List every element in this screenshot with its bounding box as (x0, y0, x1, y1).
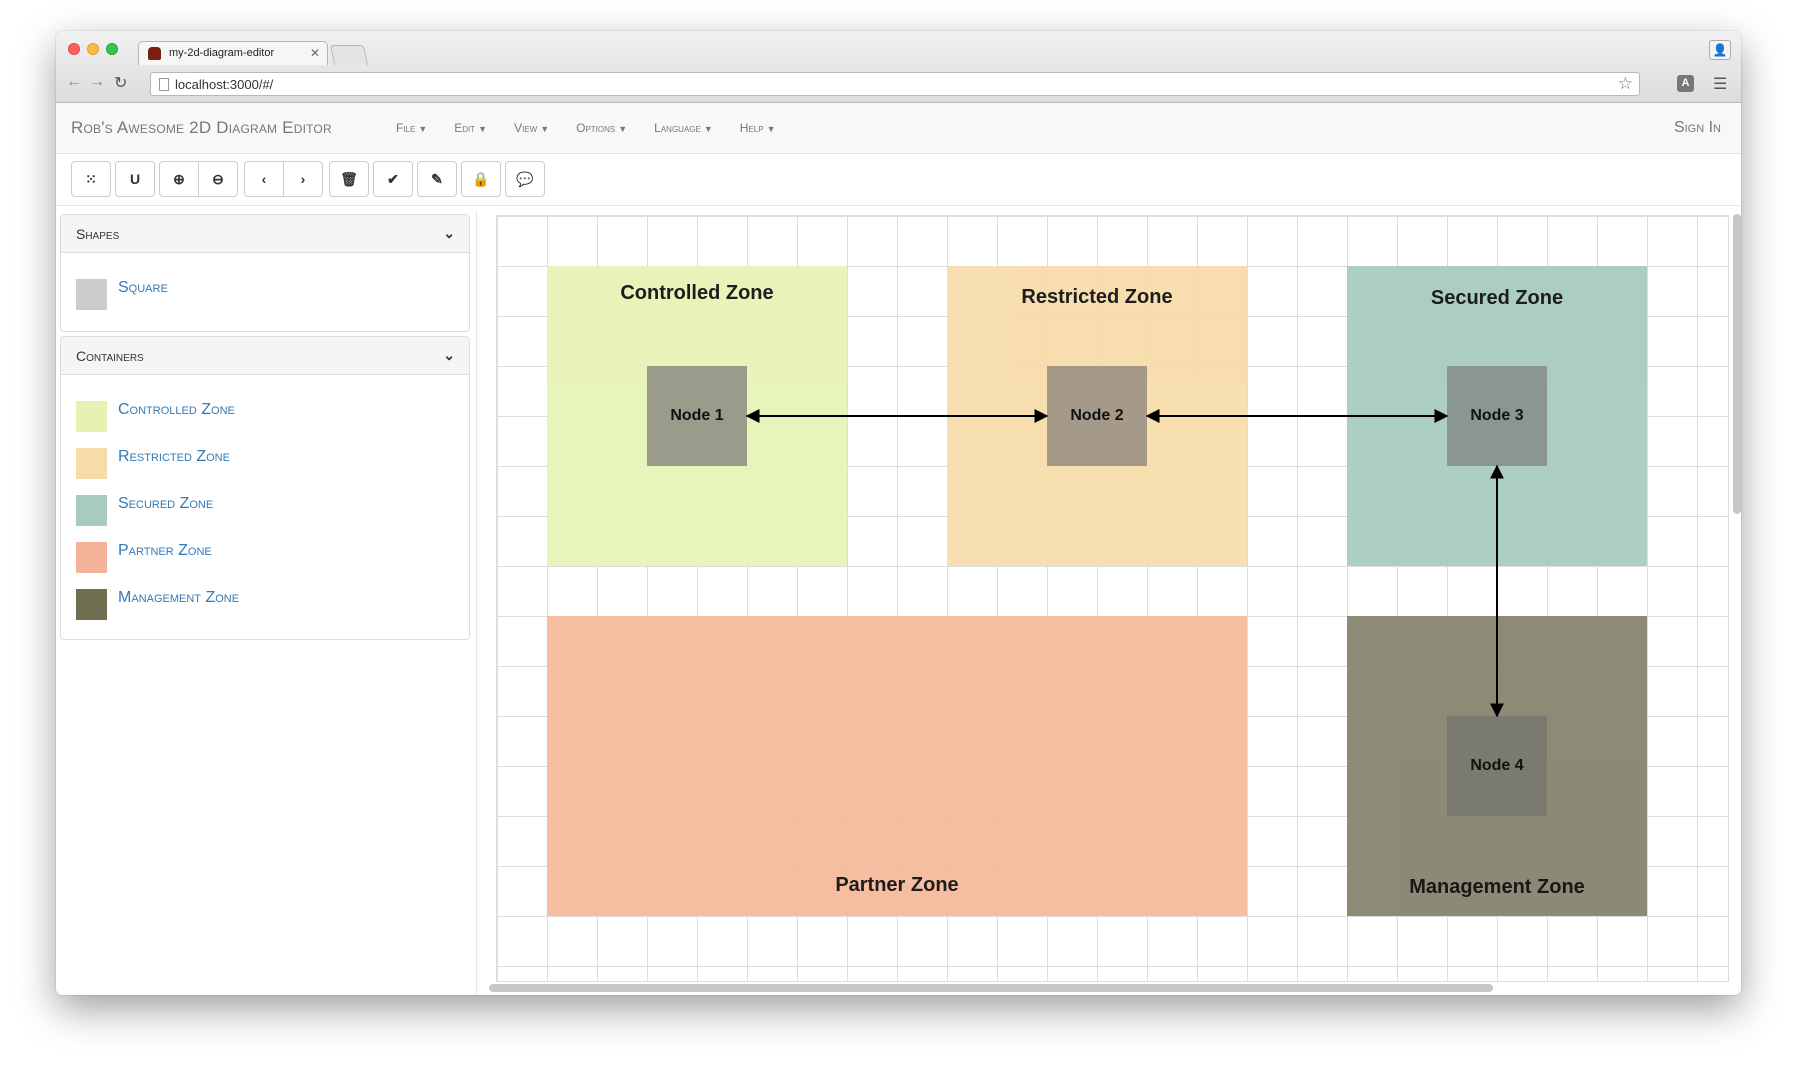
reload-icon[interactable]: ↻ (114, 73, 127, 93)
zoom-out-button[interactable]: ⊖ (198, 161, 238, 197)
palette-item-management-zone[interactable]: Management Zone (61, 577, 469, 624)
caret-down-icon: ▼ (766, 124, 776, 134)
app-brand[interactable]: Rob's Awesome 2D Diagram Editor (71, 118, 332, 138)
grid-toggle-button[interactable]: ⁙ (71, 161, 111, 197)
browser-window: my-2d-diagram-editor ✕ 👤 ← → ↻ localhost… (56, 31, 1741, 995)
trash-icon: 🗑 (340, 171, 358, 187)
delete-button[interactable]: 🗑 (329, 161, 369, 197)
palette-item-label: Partner Zone (118, 542, 212, 559)
caret-down-icon: ▼ (703, 124, 713, 134)
previous-button[interactable]: ‹ (244, 161, 284, 197)
url-text: localhost:3000/#/ (175, 77, 274, 92)
palette-item-label: Square (118, 279, 168, 296)
lock-button[interactable]: 🔒 (461, 161, 501, 197)
shapes-panel: Shapes ⌄ Square (60, 214, 470, 332)
shapes-panel-title: Shapes (76, 226, 120, 242)
palette-item-label: Restricted Zone (118, 448, 230, 465)
menu-options-label: Options (576, 121, 616, 135)
validate-button[interactable]: ✔ (373, 161, 413, 197)
menu-help-label: Help (739, 121, 764, 135)
profile-icon[interactable]: 👤 (1709, 40, 1731, 60)
caret-down-icon: ▼ (418, 124, 428, 134)
pencil-icon: ✎ (431, 171, 443, 187)
snap-toggle-button[interactable]: U (115, 161, 155, 197)
chevron-left-icon: ‹ (261, 171, 267, 187)
comment-icon: 💬 (516, 171, 534, 187)
containers-panel: Containers ⌄ Controlled Zone Restricted … (60, 336, 470, 640)
grid-icon: ⁙ (85, 171, 97, 187)
palette-item-label: Controlled Zone (118, 401, 235, 418)
magnet-icon: U (129, 171, 141, 187)
back-icon[interactable]: ← (66, 73, 82, 91)
zoom-in-icon: ⊕ (173, 171, 185, 187)
menu-options[interactable]: Options ▼ (576, 121, 627, 135)
vertical-scrollbar[interactable] (1733, 214, 1741, 514)
extension-icon[interactable]: A (1677, 75, 1694, 92)
check-icon: ✔ (387, 171, 399, 187)
management-zone-swatch-icon (76, 589, 107, 620)
browser-tab[interactable]: my-2d-diagram-editor ✕ (138, 41, 328, 65)
horizontal-scrollbar[interactable] (489, 984, 1493, 992)
browser-chrome: my-2d-diagram-editor ✕ 👤 ← → ↻ localhost… (56, 31, 1741, 103)
bookmark-star-icon[interactable]: ☆ (1618, 74, 1633, 94)
controlled-zone-swatch-icon (76, 401, 107, 432)
menu-edit-label: Edit (454, 121, 476, 135)
app-navbar: Rob's Awesome 2D Diagram Editor File ▼ Ed… (56, 103, 1741, 154)
close-window-button[interactable] (68, 43, 80, 55)
chevron-right-icon: › (300, 171, 306, 187)
comment-button[interactable]: 💬 (505, 161, 545, 197)
containers-panel-title: Containers (76, 348, 144, 364)
tab-title: my-2d-diagram-editor (169, 47, 275, 59)
diagram-canvas[interactable]: Controlled Zone Restricted Zone Secured … (496, 215, 1729, 982)
caret-down-icon: ▼ (478, 124, 488, 134)
palette-item-controlled-zone[interactable]: Controlled Zone (61, 389, 469, 436)
square-swatch-icon (76, 279, 107, 310)
sidebar-splitter[interactable] (476, 210, 477, 995)
main-menu: File ▼ Edit ▼ View ▼ Options ▼ Language ▼ Hel… (396, 121, 803, 135)
address-bar[interactable]: localhost:3000/#/ ☆ (150, 72, 1640, 96)
menu-file-label: File (396, 121, 416, 135)
zoom-window-button[interactable] (106, 43, 118, 55)
minimize-window-button[interactable] (87, 43, 99, 55)
browser-menu-icon[interactable]: ☰ (1713, 74, 1727, 94)
chevron-down-icon[interactable]: ⌄ (443, 347, 455, 364)
menu-help[interactable]: Help ▼ (740, 121, 776, 135)
palette-item-secured-zone[interactable]: Secured Zone (61, 483, 469, 530)
palette-item-label: Secured Zone (118, 495, 214, 512)
menu-language[interactable]: Language ▼ (654, 121, 713, 135)
lock-icon: 🔒 (472, 171, 490, 187)
zoom-in-button[interactable]: ⊕ (159, 161, 199, 197)
next-button[interactable]: › (283, 161, 323, 197)
palette-item-square[interactable]: Square (61, 267, 469, 314)
menu-edit[interactable]: Edit ▼ (454, 121, 487, 135)
menu-file[interactable]: File ▼ (396, 121, 427, 135)
partner-zone-swatch-icon (76, 542, 107, 573)
shapes-panel-header[interactable]: Shapes ⌄ (61, 215, 469, 253)
menu-language-label: Language (654, 121, 701, 135)
palette-item-restricted-zone[interactable]: Restricted Zone (61, 436, 469, 483)
caret-down-icon: ▼ (618, 124, 628, 134)
palette-sidebar: Shapes ⌄ Square Containers ⌄ Controlled … (60, 210, 470, 995)
palette-item-label: Management Zone (118, 589, 240, 606)
favicon-icon (148, 47, 161, 60)
sign-in-link[interactable]: Sign In (1674, 119, 1721, 137)
tab-close-icon[interactable]: ✕ (310, 46, 320, 60)
chevron-down-icon[interactable]: ⌄ (443, 225, 455, 242)
edge-layer (745, 409, 1504, 718)
zoom-out-icon: ⊖ (212, 171, 224, 187)
forward-icon[interactable]: → (89, 73, 105, 91)
palette-item-partner-zone[interactable]: Partner Zone (61, 530, 469, 577)
edit-button[interactable]: ✎ (417, 161, 457, 197)
containers-panel-header[interactable]: Containers ⌄ (61, 337, 469, 375)
restricted-zone-swatch-icon (76, 448, 107, 479)
secured-zone-swatch-icon (76, 495, 107, 526)
editor-toolbar: ⁙ U ⊕ ⊖ ‹ › 🗑 ✔ ✎ 🔒 💬 (56, 154, 1741, 206)
caret-down-icon: ▼ (540, 124, 550, 134)
new-tab-button[interactable] (329, 45, 369, 65)
menu-view[interactable]: View ▼ (514, 121, 549, 135)
menu-view-label: View (514, 121, 538, 135)
page-icon (159, 78, 169, 91)
